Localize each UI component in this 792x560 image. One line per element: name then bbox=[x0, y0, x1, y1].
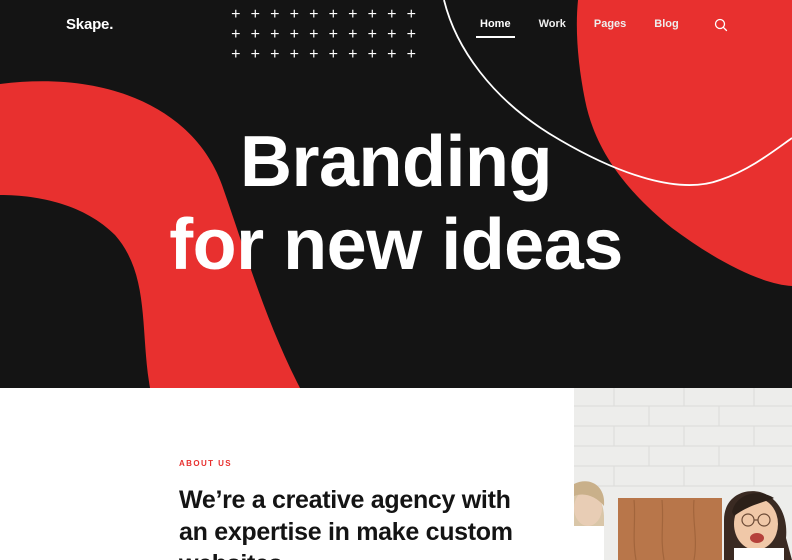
nav-item-pages[interactable]: Pages bbox=[594, 18, 626, 30]
about-title: We’re a creative agency with an expertis… bbox=[179, 486, 513, 560]
team-photo bbox=[574, 388, 792, 560]
hero-headline-line1: Branding bbox=[240, 122, 552, 202]
about-eyebrow: ABOUT US bbox=[179, 459, 232, 468]
nav-item-blog[interactable]: Blog bbox=[654, 18, 678, 30]
hero-headline-line2: for new ideas bbox=[169, 205, 623, 285]
hero-section: Skape. + + + + + + + + + + + + + + + + + + + + + + + + + + + + + + … bbox=[0, 0, 792, 388]
plus-grid-decoration: + + + + + + + + + + + + + + + + + + + + + + + + + + + + + + bbox=[231, 6, 416, 63]
nav-item-home[interactable]: Home bbox=[476, 18, 515, 38]
brand-logo[interactable]: Skape. bbox=[66, 16, 113, 33]
nav-item-work[interactable]: Work bbox=[539, 18, 566, 30]
about-section: ABOUT US We’re a creative agency with an… bbox=[0, 388, 792, 560]
main-nav: Home Work Pages Blog bbox=[476, 18, 707, 38]
search-icon[interactable] bbox=[713, 17, 729, 33]
